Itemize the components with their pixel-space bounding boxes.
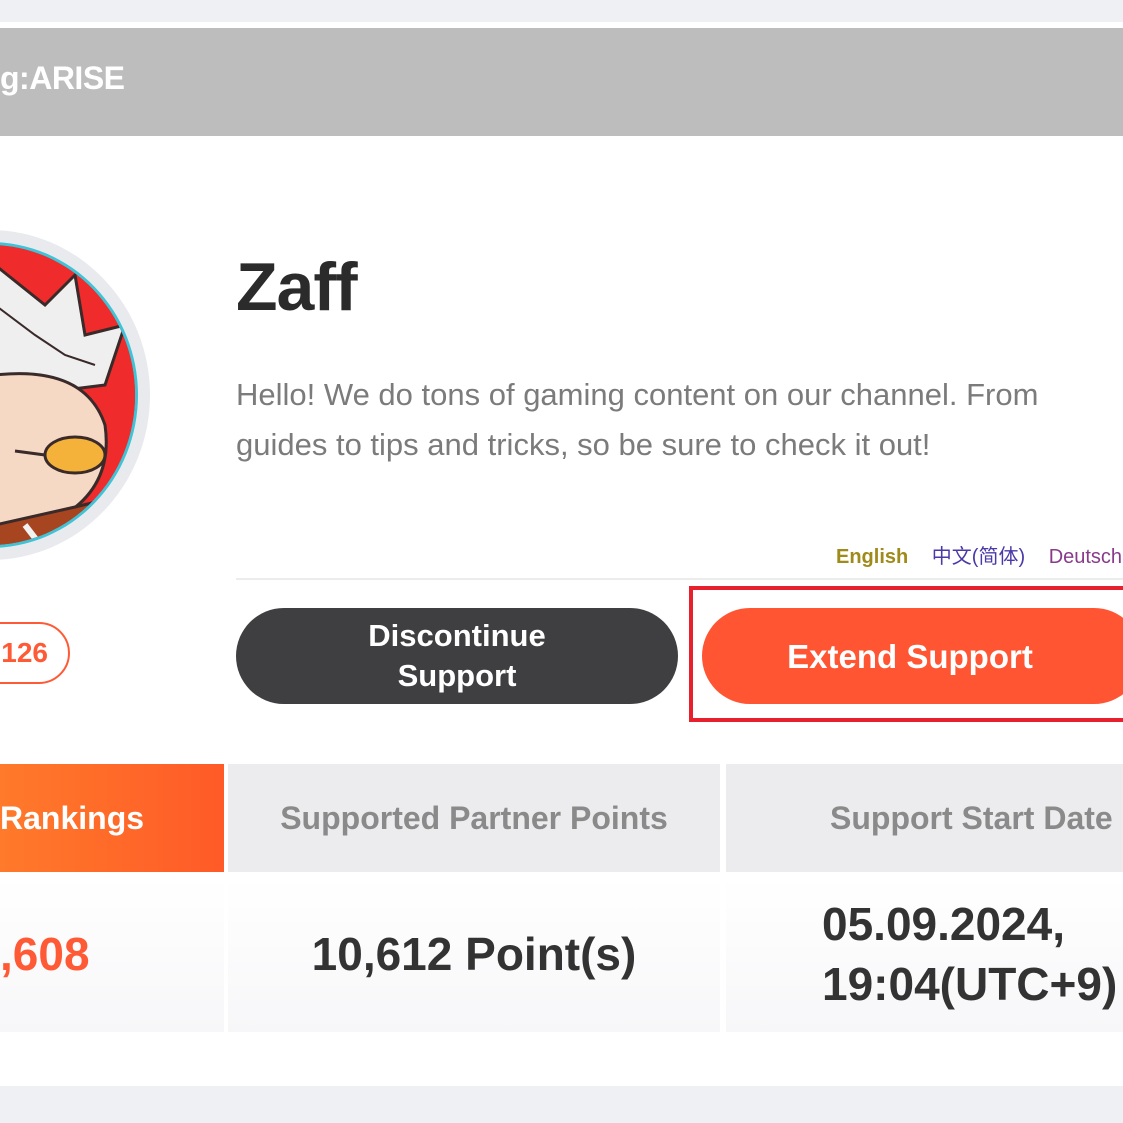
start-date-value: 05.09.2024, 19:04(UTC+9) <box>726 876 1123 1032</box>
partner-description: Hello! We do tons of gaming content on o… <box>236 370 1123 470</box>
discontinue-label-line-1: Discontinue <box>368 618 546 653</box>
header-title: g:ARISE <box>0 60 125 96</box>
language-selector: English 中文(简体) Deutsch <box>836 540 1123 569</box>
language-english[interactable]: English <box>836 546 908 568</box>
description-line-2: guides to tips and tricks, so be sure to… <box>236 427 931 462</box>
support-stats-table: Rankings Supported Partner Points Suppor… <box>0 764 1123 1034</box>
language-chinese-simplified[interactable]: 中文(简体) <box>932 546 1025 568</box>
points-header: Supported Partner Points <box>228 764 720 872</box>
discontinue-support-button[interactable]: Discontinue Support <box>236 608 678 704</box>
page: g:ARISE ,126 Zaff Hello! We do tons of g… <box>0 0 1123 1123</box>
points-value: 10,612 Point(s) <box>228 876 720 1032</box>
start-date-line-1: 05.09.2024, <box>822 898 1066 950</box>
start-date-header: Support Start Date <box>726 764 1123 872</box>
follower-count-badge: ,126 <box>0 622 70 684</box>
description-line-1: Hello! We do tons of gaming content on o… <box>236 377 1039 412</box>
partner-name: Zaff <box>236 249 358 325</box>
divider <box>236 578 1123 580</box>
start-date-line-2: 19:04(UTC+9) <box>822 958 1118 1010</box>
header-bar <box>0 28 1123 136</box>
language-german[interactable]: Deutsch <box>1049 546 1122 568</box>
discontinue-label-line-2: Support <box>397 658 517 693</box>
rankings-value: ,608 <box>0 876 224 1032</box>
extend-support-button[interactable]: Extend Support <box>702 608 1123 704</box>
rankings-header: Rankings <box>0 764 224 872</box>
